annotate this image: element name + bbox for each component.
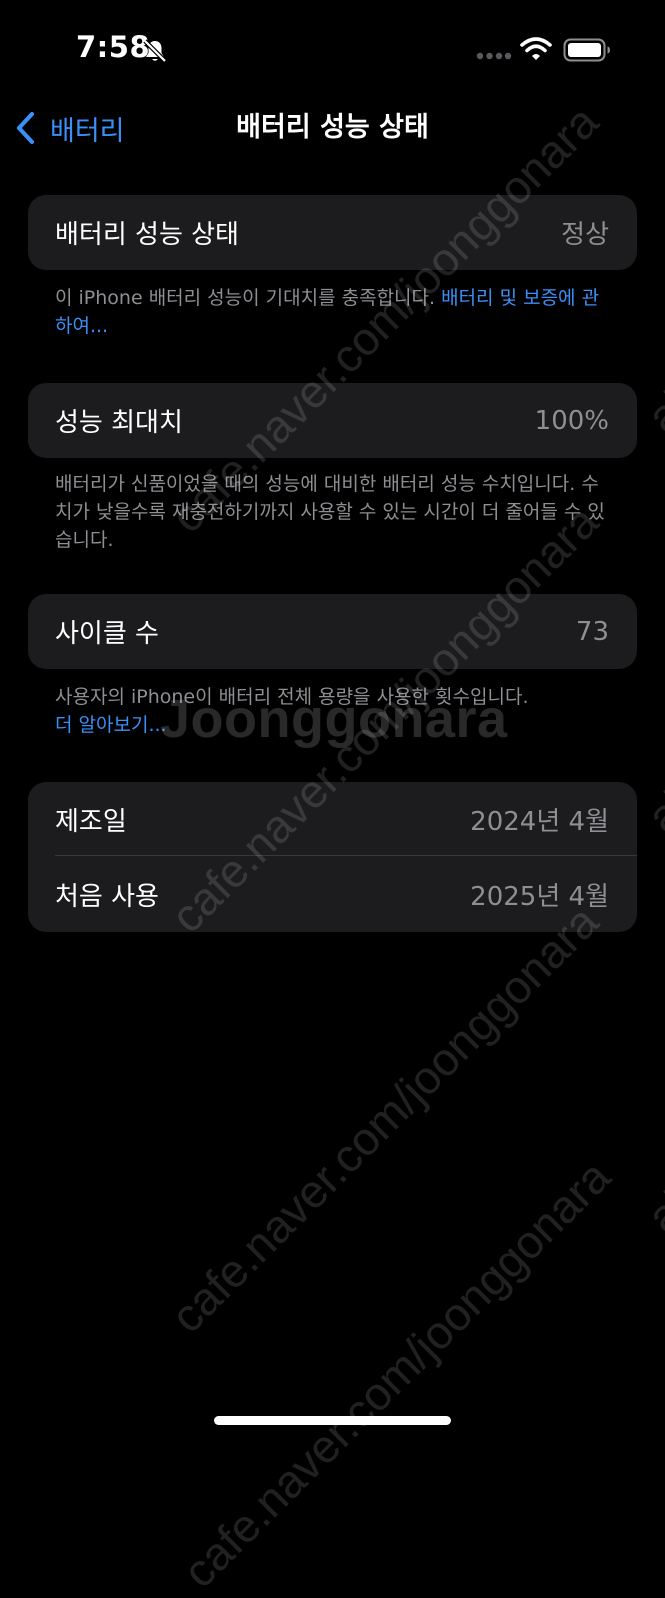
wifi-icon bbox=[520, 37, 552, 60]
battery-health-footer: 이 iPhone 배터리 성능이 기대치를 충족합니다. 배터리 및 보증에 관… bbox=[55, 284, 615, 340]
battery-health-card: 배터리 성능 상태 정상 bbox=[28, 195, 637, 270]
max-capacity-label: 성능 최대치 bbox=[55, 408, 183, 438]
battery-icon bbox=[563, 38, 610, 62]
watermark-partial: ai bbox=[636, 380, 665, 443]
battery-health-value: 정상 bbox=[561, 220, 609, 250]
max-capacity-row: 성능 최대치 100% bbox=[28, 383, 637, 458]
battery-health-footer-text: 이 iPhone 배터리 성능이 기대치를 충족합니다. bbox=[55, 287, 442, 309]
signal-dots-icon bbox=[476, 52, 512, 60]
manufacture-date-label: 제조일 bbox=[55, 806, 127, 837]
chevron-left-icon bbox=[16, 111, 35, 145]
status-bar: 7:58 bbox=[0, 0, 665, 100]
cycle-count-card: 사이클 수 73 bbox=[28, 594, 637, 669]
watermark-text: cafe.naver.com/joonggonara bbox=[160, 895, 608, 1343]
cycle-count-label: 사이클 수 bbox=[55, 619, 159, 649]
first-use-label: 처음 사용 bbox=[55, 881, 159, 912]
cycle-count-row: 사이클 수 73 bbox=[28, 594, 637, 669]
status-time: 7:58 bbox=[76, 30, 151, 64]
max-capacity-value: 100% bbox=[534, 405, 609, 436]
battery-health-label: 배터리 성능 상태 bbox=[55, 220, 239, 250]
back-button[interactable]: 배터리 bbox=[14, 108, 125, 148]
watermark-partial: ai bbox=[636, 780, 665, 843]
max-capacity-footer: 배터리가 신품이었을 때의 성능에 대비한 배터리 성능 수치입니다. 수치가 … bbox=[55, 473, 605, 551]
cycle-count-value: 73 bbox=[575, 616, 609, 647]
dates-card: 제조일 2024년 4월 처음 사용 2025년 4월 bbox=[28, 782, 637, 932]
manufacture-date-value: 2024년 4월 bbox=[470, 806, 609, 837]
home-indicator[interactable] bbox=[214, 1416, 451, 1425]
learn-more-link[interactable]: 더 알아보기... bbox=[55, 714, 167, 736]
cycle-count-footer: 사용자의 iPhone이 배터리 전체 용량을 사용한 횟수입니다. 더 알아보… bbox=[55, 683, 615, 739]
first-use-row: 처음 사용 2025년 4월 bbox=[28, 856, 637, 932]
manufacture-date-row: 제조일 2024년 4월 bbox=[28, 782, 637, 856]
bell-slash-icon bbox=[143, 39, 167, 63]
max-capacity-card: 성능 최대치 100% bbox=[28, 383, 637, 458]
cycle-count-footer-text: 사용자의 iPhone이 배터리 전체 용량을 사용한 횟수입니다. bbox=[55, 686, 529, 708]
back-button-label: 배터리 bbox=[50, 115, 125, 147]
watermark-text: cafe.naver.com/joonggonara bbox=[172, 1150, 620, 1598]
first-use-value: 2025년 4월 bbox=[470, 881, 609, 912]
watermark-partial: ai bbox=[636, 1180, 665, 1243]
battery-health-row: 배터리 성능 상태 정상 bbox=[28, 195, 637, 270]
